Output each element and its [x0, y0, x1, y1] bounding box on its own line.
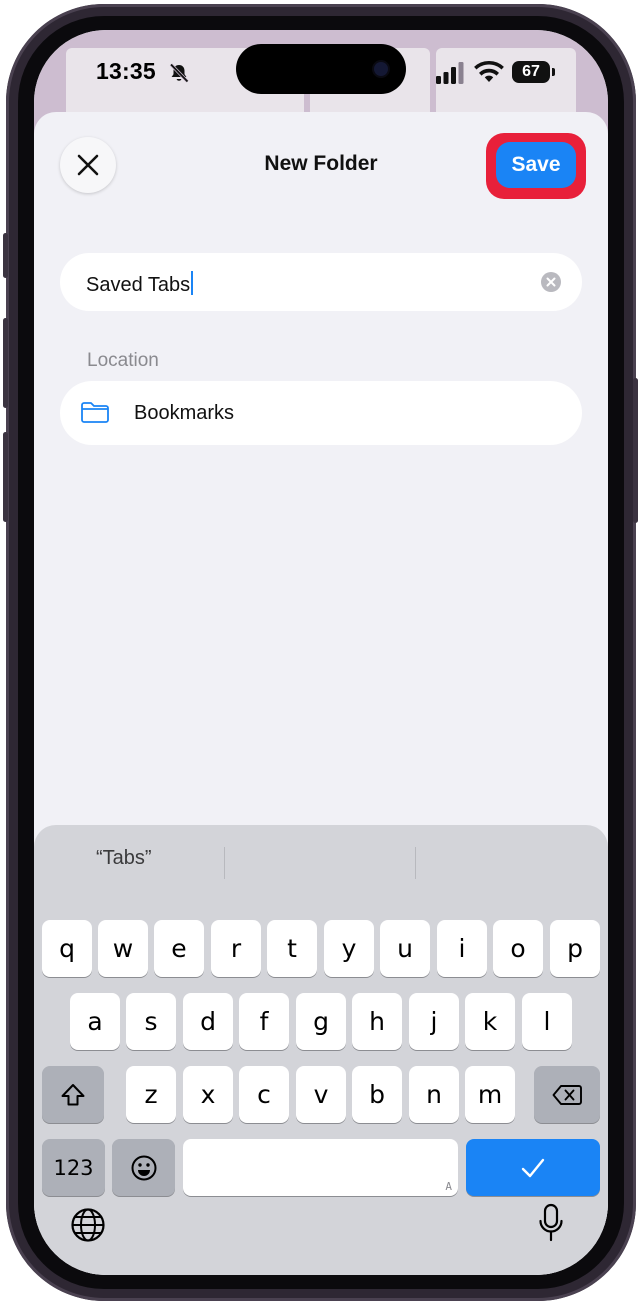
- volume-down-button: [3, 432, 8, 522]
- clear-x-icon: [546, 277, 556, 287]
- key-q[interactable]: q: [42, 920, 92, 977]
- key-m[interactable]: m: [465, 1066, 515, 1123]
- battery-level: 67: [512, 61, 550, 83]
- key-r[interactable]: r: [211, 920, 261, 977]
- key-z[interactable]: z: [126, 1066, 176, 1123]
- text-cursor: [191, 271, 194, 295]
- cellular-signal-icon: [436, 62, 464, 84]
- silent-bell-icon: [169, 63, 189, 83]
- key-h[interactable]: h: [352, 993, 402, 1050]
- delete-key[interactable]: [534, 1066, 600, 1123]
- save-button[interactable]: Save: [496, 142, 576, 188]
- camera-dot: [374, 62, 388, 76]
- folder-name-input[interactable]: Saved Tabs: [60, 253, 582, 311]
- key-y[interactable]: y: [324, 920, 374, 977]
- location-row[interactable]: Bookmarks: [60, 381, 582, 445]
- backspace-icon: [552, 1084, 582, 1105]
- key-n[interactable]: n: [409, 1066, 459, 1123]
- globe-icon[interactable]: [70, 1207, 106, 1243]
- key-k[interactable]: k: [465, 993, 515, 1050]
- emoji-key[interactable]: [112, 1139, 175, 1196]
- microphone-icon[interactable]: [538, 1203, 564, 1243]
- numbers-key[interactable]: 123: [42, 1139, 105, 1196]
- space-hint: A: [445, 1180, 452, 1193]
- key-c[interactable]: c: [239, 1066, 289, 1123]
- status-time: 13:35: [96, 58, 156, 84]
- suggestion-divider: [224, 847, 225, 879]
- key-p[interactable]: p: [550, 920, 600, 977]
- key-j[interactable]: j: [409, 993, 459, 1050]
- key-f[interactable]: f: [239, 993, 289, 1050]
- clear-text-button[interactable]: [541, 272, 561, 292]
- key-t[interactable]: t: [267, 920, 317, 977]
- action-button: [3, 233, 8, 278]
- key-d[interactable]: d: [183, 993, 233, 1050]
- suggestion-item[interactable]: “Tabs”: [96, 847, 152, 870]
- location-value: Bookmarks: [134, 402, 235, 424]
- location-label: Location: [87, 350, 159, 371]
- suggestion-divider: [415, 847, 416, 879]
- key-a[interactable]: a: [70, 993, 120, 1050]
- key-w[interactable]: w: [98, 920, 148, 977]
- power-button: [633, 378, 638, 523]
- folder-icon: [81, 402, 109, 423]
- volume-up-button: [3, 318, 8, 408]
- emoji-icon: [131, 1155, 156, 1180]
- done-key[interactable]: [466, 1139, 600, 1196]
- folder-name-value: Saved Tabs: [86, 271, 194, 297]
- space-key[interactable]: A: [183, 1139, 458, 1196]
- key-b[interactable]: b: [352, 1066, 402, 1123]
- key-e[interactable]: e: [154, 920, 204, 977]
- key-v[interactable]: v: [296, 1066, 346, 1123]
- key-u[interactable]: u: [380, 920, 430, 977]
- key-x[interactable]: x: [183, 1066, 233, 1123]
- key-o[interactable]: o: [493, 920, 543, 977]
- screen: 13:35 67 New Folder Save Saved Tabs Loca…: [34, 30, 608, 1275]
- key-l[interactable]: l: [522, 993, 572, 1050]
- battery-cap: [552, 68, 555, 76]
- shift-icon: [61, 1083, 85, 1105]
- key-g[interactable]: g: [296, 993, 346, 1050]
- keyboard: “Tabs” q w e r t y u i o p a s d f g h j…: [34, 825, 608, 1275]
- key-i[interactable]: i: [437, 920, 487, 977]
- key-s[interactable]: s: [126, 993, 176, 1050]
- suggestion-bar: “Tabs”: [34, 835, 608, 879]
- folder-name-text: Saved Tabs: [86, 274, 191, 296]
- battery-indicator: 67: [512, 61, 558, 83]
- shift-key[interactable]: [42, 1066, 104, 1123]
- wifi-icon: [474, 60, 504, 82]
- checkmark-icon: [521, 1158, 545, 1177]
